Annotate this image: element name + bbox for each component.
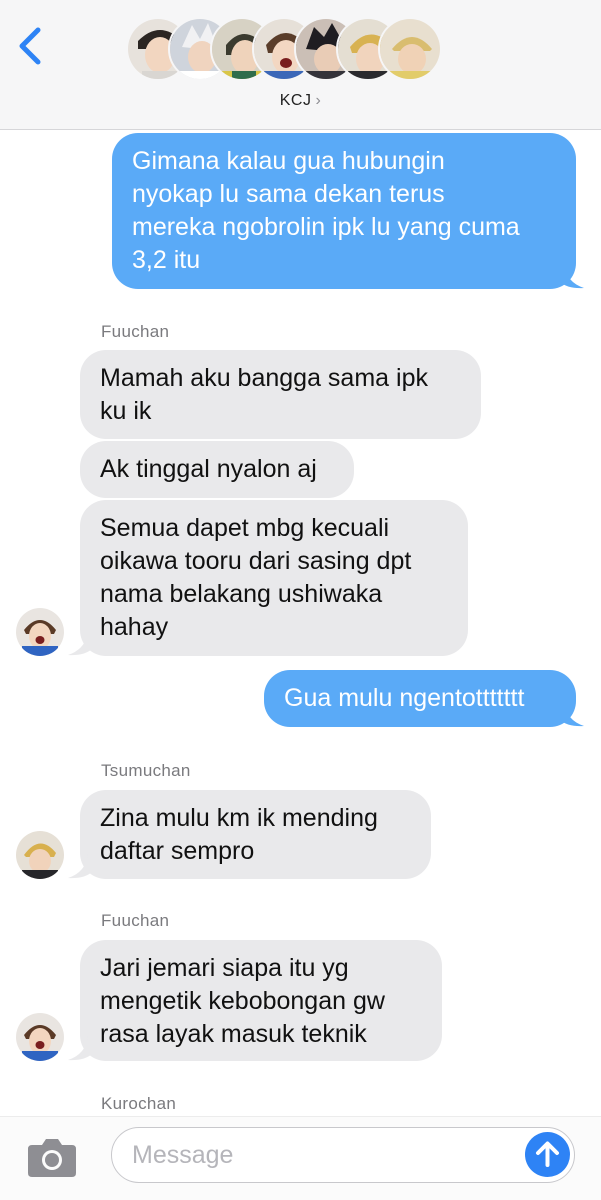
message-input[interactable] [132,1136,522,1174]
chevron-right-icon: › [315,92,322,109]
group-name[interactable]: KCJ › [0,92,601,110]
camera-button[interactable] [26,1137,78,1179]
message-line: oikawa tooru dari sasing dpt [100,547,412,575]
incoming-message-bubble[interactable]: Ak tinggal nyalon aj [80,441,354,498]
sender-name: Fuuchan [101,322,170,341]
message-line: Gimana kalau gua hubungin [132,147,445,175]
message-line: rasa layak masuk teknik [100,1020,367,1048]
bubble-tail [560,264,584,289]
message-composer [0,1116,601,1200]
message-line: Gua mulu ngentottttttt [284,684,525,712]
member-avatar [378,17,442,81]
message-line: ku ik [100,397,152,425]
incoming-message-bubble[interactable]: Jari jemari siapa itu yg mengetik kebobo… [80,940,442,1061]
chevron-left-icon [19,27,41,65]
group-avatar-stack[interactable] [126,17,476,83]
bubble-tail [68,1036,92,1061]
group-name-label: KCJ [279,92,312,109]
incoming-message-bubble[interactable]: Zina mulu km ik mending daftar sempro [80,790,431,879]
back-button[interactable] [14,24,50,68]
message-line: Jari jemari siapa itu yg [100,954,349,982]
sender-avatar[interactable] [16,608,64,656]
message-line: nyokap lu sama dekan terus [132,180,445,208]
sender-avatar[interactable] [16,1013,64,1061]
message-line: Mamah aku bangga sama ipk [100,364,428,392]
arrow-up-icon [536,1141,559,1167]
message-input-field[interactable] [111,1127,575,1183]
sender-name: Fuuchan [101,911,170,930]
sender-name: Kurochan [101,1094,177,1113]
message-line: mengetik kebobongan gw [100,987,385,1015]
incoming-message-bubble[interactable]: Mamah aku bangga sama ipk ku ik [80,350,481,439]
message-line: daftar sempro [100,837,255,865]
send-button[interactable] [525,1132,570,1177]
bubble-tail [68,631,92,656]
outgoing-message-bubble[interactable]: Gimana kalau gua hubungin nyokap lu sama… [112,133,576,289]
message-line: mereka ngobrolin ipk lu yang cuma [132,213,520,241]
incoming-message-bubble[interactable]: Semua dapet mbg kecuali oikawa tooru dar… [80,500,468,656]
message-line: Semua dapet mbg kecuali [100,514,390,542]
message-line: hahay [100,613,169,641]
sender-avatar[interactable] [16,831,64,879]
message-line: nama belakang ushiwaka [100,580,383,608]
bubble-tail [68,854,92,879]
outgoing-message-bubble[interactable]: Gua mulu ngentottttttt [264,670,576,727]
camera-icon [28,1139,76,1177]
sender-name: Tsumuchan [101,761,191,780]
bubble-tail [560,702,584,727]
message-line: Zina mulu km ik mending [100,804,378,832]
conversation-header: KCJ › [0,0,601,130]
message-line: Ak tinggal nyalon aj [100,455,317,483]
message-line: 3,2 itu [132,246,201,274]
